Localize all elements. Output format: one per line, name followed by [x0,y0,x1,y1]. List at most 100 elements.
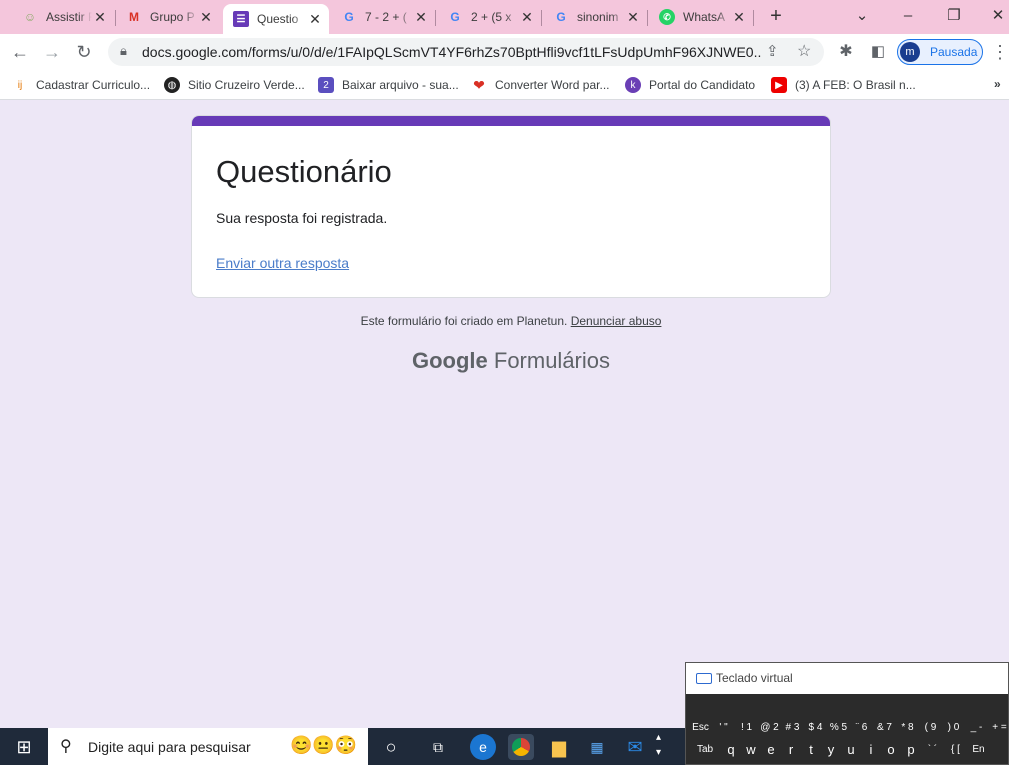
tab-expression-1[interactable]: G 7 - 2 + ( ✕ [331,4,435,30]
chrome-icon[interactable] [508,734,534,760]
key-2-13[interactable]: En [968,740,989,760]
tab-whatsapp[interactable]: ✆ WhatsA ✕ [649,4,753,30]
report-abuse-link[interactable]: Denunciar abuso [571,314,662,328]
key-2-11[interactable]: ` ´ [922,740,943,760]
bookmark-item[interactable]: 2 Baixar arquivo - sua... [318,77,459,93]
virtual-keyboard[interactable]: Teclado virtual Esc ' "! 1 @ 2 # 3 $ 4% 5 ¨ 6… [685,662,1009,765]
tab-sinonimo[interactable]: G sinonim ✕ [543,4,647,30]
restore-icon[interactable]: ❐ [934,4,974,28]
cortana-icon[interactable]: ○ [378,734,404,760]
key-2-8[interactable]: i [862,740,880,760]
close-tab-icon[interactable]: ✕ [731,9,747,26]
tab-questionario[interactable]: ☰ Questio ✕ [223,4,329,34]
key-1-8[interactable]: & 7 [874,718,895,738]
globe-icon: ◍ [164,77,180,93]
bookmark-item[interactable]: ▶ (3) A FEB: O Brasil n... [771,77,916,93]
key-1-1[interactable]: ' " [713,718,734,738]
key-2-3[interactable]: e [762,740,780,760]
bookmark-item[interactable]: k Portal do Candidato [625,77,755,93]
taskbar-scroll-icon[interactable]: ▴ ▾ [656,730,661,760]
key-2-6[interactable]: y [822,740,840,760]
bookmarks-bar: ij Cadastrar Curriculo... ◍ Sitio Cruzei… [0,70,1009,100]
share-icon[interactable]: ⇪ [766,42,779,60]
windows-start-icon[interactable]: ⊞ [11,734,37,760]
gmail-icon: M [129,10,139,24]
key-2-12[interactable]: { [ [945,740,966,760]
bookmark-item[interactable]: ◍ Sitio Cruzeiro Verde... [164,77,305,93]
mail-icon[interactable]: ✉ [622,734,648,760]
whatsapp-icon: ✆ [659,9,675,25]
microsoft-store-icon[interactable]: ▦ [584,734,610,760]
bookmark-label: Baixar arquivo - sua... [342,78,459,92]
key-1-10[interactable]: ( 9 [920,718,941,738]
bookmark-label: Portal do Candidato [649,78,756,92]
tab-title: sinonim [577,10,619,24]
bookmark-star-icon[interactable]: ☆ [797,41,811,61]
close-tab-icon[interactable]: ✕ [92,9,108,26]
key-2-7[interactable]: u [842,740,860,760]
keyboard-titlebar[interactable]: Teclado virtual [686,663,1008,694]
menu-icon[interactable]: ⋮ [988,40,1009,64]
google-forms-logo[interactable]: Google Formulários [0,348,1009,374]
key-2-2[interactable]: w [742,740,760,760]
edge-icon[interactable]: e [470,734,496,760]
url-text[interactable]: docs.google.com/forms/u/0/d/e/1FAIpQLScm… [142,44,762,60]
portal-icon: k [625,77,641,93]
submit-another-link[interactable]: Enviar outra resposta [216,255,349,271]
close-tab-icon[interactable]: ✕ [413,9,429,26]
file-explorer-icon[interactable]: ▆ [546,734,572,760]
tab-title: WhatsA [683,10,726,24]
key-2-10[interactable]: p [902,740,920,760]
close-tab-icon[interactable]: ✕ [307,11,323,28]
profile-button[interactable]: m Pausada [897,39,983,65]
key-1-0[interactable]: Esc [690,718,711,738]
task-view-icon[interactable]: ⧉ [425,734,451,760]
forward-icon[interactable]: → [40,40,64,64]
key-1-4[interactable]: # 3 [782,718,803,738]
key-1-12[interactable]: _ - [966,718,987,738]
key-2-0[interactable]: Tab [690,740,720,760]
tab-title: Questio [257,12,299,26]
key-1-5[interactable]: $ 4 [805,718,826,738]
back-icon[interactable]: ← [8,40,32,64]
key-1-11[interactable]: ) 0 [943,718,964,738]
google-wordmark: Google [411,348,488,373]
key-1-7[interactable]: ¨ 6 [851,718,872,738]
close-tab-icon[interactable]: ✕ [519,9,535,26]
more-bookmarks-icon[interactable]: » [994,77,1001,91]
tab-search-chevron-icon[interactable]: ⌄ [842,4,882,28]
tab-assistir[interactable]: ☺ Assistir F ✕ [12,4,114,30]
forms-wordmark: Formulários [493,348,611,373]
keyboard-title: Teclado virtual [716,671,793,685]
bookmark-item[interactable]: ij Cadastrar Curriculo... [12,77,150,93]
tab-grupo[interactable]: M Grupo P ✕ [116,4,220,30]
key-2-9[interactable]: o [882,740,900,760]
taskbar-search[interactable]: ⚲ Digite aqui para pesquisar 😊😐😳 [48,728,368,765]
keyboard-icon [696,673,712,684]
side-panel-icon[interactable]: ◧ [866,40,890,64]
search-placeholder: Digite aqui para pesquisar [88,739,251,755]
tab-expression-2[interactable]: G 2 + (5 x ✕ [437,4,541,30]
minimize-icon[interactable]: – [888,4,928,28]
bookmark-label: Cadastrar Curriculo... [36,78,151,92]
new-tab-icon[interactable]: + [756,4,796,28]
key-2-1[interactable]: q [722,740,740,760]
footer-text: Este formulário foi criado em Planetun. [360,314,568,328]
close-window-icon[interactable]: ✕ [978,4,1009,28]
key-2-4[interactable]: r [782,740,800,760]
reload-icon[interactable]: ↻ [72,40,96,64]
close-tab-icon[interactable]: ✕ [625,9,641,26]
extensions-icon[interactable]: ✱ [834,40,858,64]
key-1-6[interactable]: % 5 [828,718,849,738]
key-1-13[interactable]: + = [989,718,1009,738]
key-1-3[interactable]: @ 2 [759,718,780,738]
close-tab-icon[interactable]: ✕ [198,9,214,26]
bookmark-item[interactable]: ❤ Converter Word par... [471,77,609,93]
key-2-5[interactable]: t [802,740,820,760]
key-1-2[interactable]: ! 1 [736,718,757,738]
address-bar[interactable]: 🔒︎ docs.google.com/forms/u/0/d/e/1FAIpQL… [108,38,824,66]
windows-taskbar: ⊞ ⚲ Digite aqui para pesquisar 😊😐😳 ○ ⧉ e… [0,728,685,765]
google-icon: G [556,10,566,24]
form-accent-bar [192,116,830,126]
key-1-9[interactable]: * 8 [897,718,918,738]
